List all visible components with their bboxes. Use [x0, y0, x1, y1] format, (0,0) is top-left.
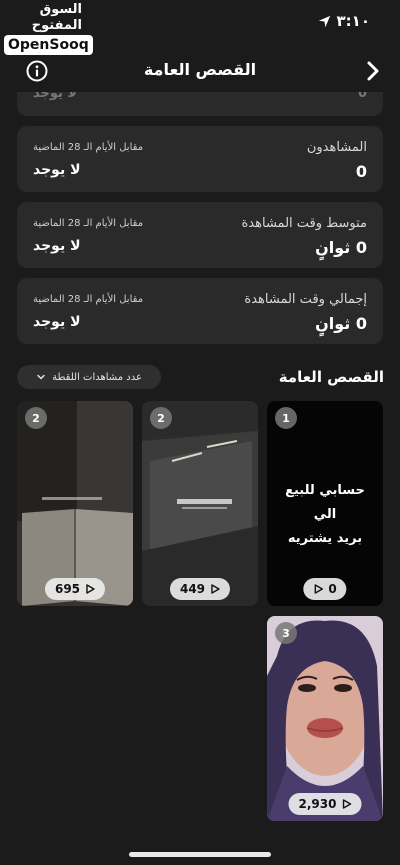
play-icon [211, 584, 220, 594]
sort-dropdown[interactable]: عدد مشاهدات اللقطة [17, 365, 161, 389]
story-text-line: بريد يشتريه [287, 531, 363, 546]
stats-card-value: 0 ثوانٍ [315, 238, 367, 257]
story-views-chip: 695 [44, 578, 106, 600]
section-title: القصص العامة [278, 368, 384, 386]
play-icon [342, 799, 352, 809]
story-badge: 1 [275, 407, 297, 429]
page-title: القصص العامة [143, 60, 257, 79]
story-badge: 2 [25, 407, 47, 429]
stats-card-label: المشاهدون [306, 140, 367, 155]
stats-card-label: إجمالي وقت المشاهدة [244, 292, 367, 307]
chevron-right-icon [367, 61, 379, 81]
story-views: 449 [179, 582, 206, 596]
stats-card-partial: 0 لا يوجد [17, 92, 383, 116]
story-views-chip: 2,930 [288, 793, 362, 815]
story-views-chip: 0 [303, 578, 347, 600]
watermark-arabic: السوق المفتوح [31, 2, 82, 33]
sort-dropdown-label: عدد مشاهدات اللقطة [52, 371, 142, 383]
stats-card-avg-watch-time: متوسط وقت المشاهدة 0 ثوانٍ مقابل الأيام … [17, 202, 383, 268]
story-views-chip: 449 [169, 578, 231, 600]
stats-card-value: 0 [355, 162, 367, 181]
back-button[interactable] [362, 60, 384, 82]
status-bar: السوق المفتوح OpenSooq ٣:١٠ [0, 0, 400, 55]
stats-card-compare-label: مقابل الأيام الـ 28 الماضية [33, 218, 144, 229]
header: القصص العامة [0, 52, 400, 92]
play-icon [86, 584, 95, 594]
stats-card-viewers: المشاهدون 0 مقابل الأيام الـ 28 الماضية … [17, 126, 383, 192]
story-badge: 2 [150, 407, 172, 429]
story-tile[interactable]: 1 حسابي للبيع الي بريد يشتريه 0 [267, 401, 383, 606]
stats-card-total-watch-time: إجمالي وقت المشاهدة 0 ثوانٍ مقابل الأيام… [17, 278, 383, 344]
status-clock: ٣:١٠ [318, 12, 370, 30]
stats-card-compare-value: لا يوجد [33, 314, 81, 330]
stats-card-compare-label: مقابل الأيام الـ 28 الماضية [33, 294, 144, 305]
story-thumbnail [17, 401, 133, 606]
story-text-line: حسابي للبيع الي [285, 483, 365, 522]
story-tile[interactable]: 2 695 [17, 401, 133, 606]
story-tile[interactable]: 2 449 [142, 401, 258, 606]
story-thumbnail [267, 616, 383, 821]
story-views: 695 [54, 582, 81, 596]
stats-card-value: 0 ثوانٍ [315, 314, 367, 333]
play-icon [314, 584, 324, 594]
stats-card-compare-value: لا يوجد [33, 162, 81, 178]
stats-card-partial-value: 0 [357, 92, 367, 101]
stats-card-label: متوسط وقت المشاهدة [241, 216, 368, 231]
stats-card-compare-label: مقابل الأيام الـ 28 الماضية [33, 142, 144, 153]
location-arrow-icon [318, 15, 330, 27]
story-thumbnail [142, 401, 258, 606]
stats-card-partial-compare: لا يوجد [33, 92, 78, 101]
story-text: حسابي للبيع الي بريد يشتريه [273, 479, 377, 551]
story-views: 2,930 [298, 797, 337, 811]
status-time: ٣:١٠ [336, 12, 370, 30]
story-badge: 3 [275, 622, 297, 644]
story-tile[interactable]: 3 2,930 [267, 616, 383, 821]
story-views: 0 [328, 582, 337, 596]
stats-card-compare-value: لا يوجد [33, 238, 81, 254]
home-indicator[interactable] [129, 852, 271, 857]
chevron-down-icon [37, 374, 45, 380]
watermark: السوق المفتوح OpenSooq [4, 2, 93, 55]
